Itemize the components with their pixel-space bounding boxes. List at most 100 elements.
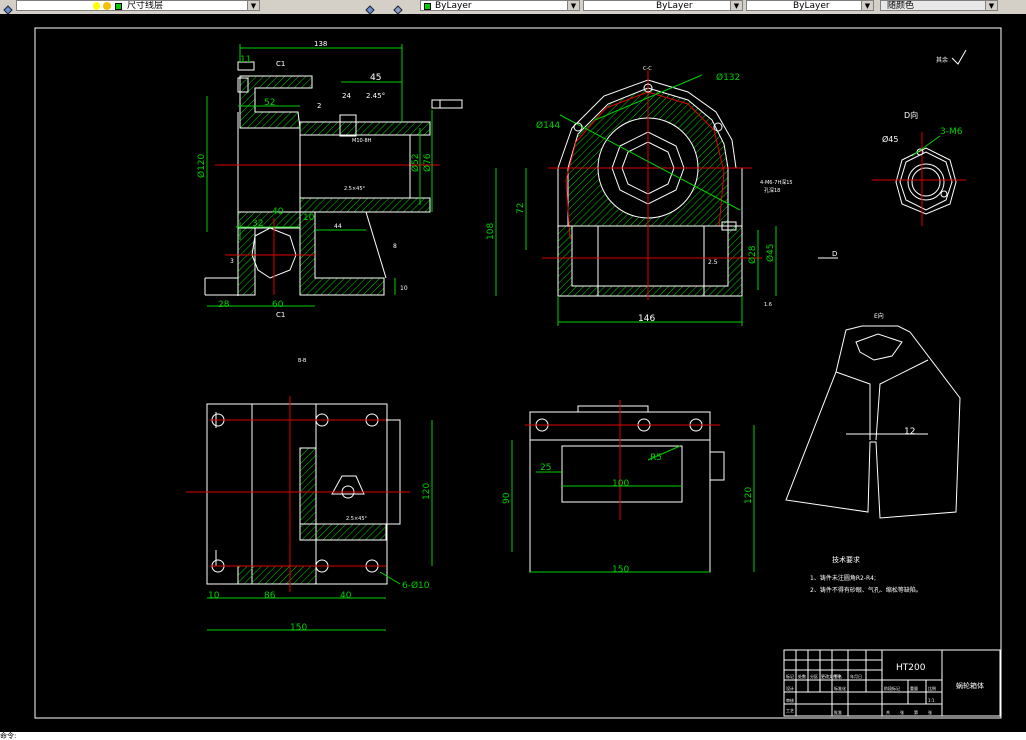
dim-text: Ø45: [882, 134, 898, 144]
dim-text: 108: [486, 223, 496, 240]
dim-text: Ø120: [196, 153, 207, 178]
command-line[interactable]: 命令:: [0, 732, 1026, 740]
dim-text: Ø28: [747, 245, 758, 264]
chevron-down-icon[interactable]: ▼: [730, 1, 742, 10]
dim-text: 2: [317, 102, 321, 110]
linetype-value: ByLayer: [656, 1, 693, 11]
side-view: Ø132 Ø144 4-M6-7H深15 孔深18 108 72 Ø28 Ø45…: [486, 66, 793, 326]
chevron-down-icon[interactable]: ▼: [985, 1, 997, 10]
lineweight-dropdown[interactable]: ByLayer ▼: [746, 0, 874, 11]
dim-text: 11: [240, 55, 251, 65]
dim-text: Ø132: [716, 72, 740, 83]
sun-icon: [103, 2, 111, 10]
dim-text: 6-Ø10: [402, 580, 430, 591]
dim-text: 40: [340, 591, 352, 601]
title-block-label: 签名: [834, 673, 842, 679]
dim-text: 28: [218, 300, 230, 310]
technical-requirements: 技术要求 1、铸件未注圆角R2-R4; 2、铸件不得有砂眼、气孔、缩松等缺陷。: [810, 555, 922, 594]
dim-text: 3: [230, 258, 234, 265]
title-block-label: 分区: [810, 673, 818, 679]
dim-text: 10: [400, 285, 408, 292]
layer-state-icon[interactable]: [2, 0, 14, 15]
layer-previous-icon[interactable]: [392, 0, 404, 15]
dim-text: 2.5: [708, 259, 718, 266]
drawing-border: [34, 27, 1002, 719]
command-prompt: 命令:: [0, 732, 17, 740]
dim-text: 44: [334, 223, 342, 230]
title-block-label: 比例: [928, 685, 936, 691]
dim-text: Ø52: [410, 153, 421, 172]
dim-text: 4-M6-7H深15: [760, 179, 793, 186]
dim-text: 2.5×45°: [346, 516, 368, 522]
dim-text: 2.5×45°: [344, 186, 366, 192]
dim-text: 52: [264, 98, 275, 108]
color-swatch: [424, 3, 431, 10]
properties-toolbar: 尺寸线层 ▼ ByLayer ▼ ByLayer ▼ ByLayer ▼ 随颜色…: [0, 0, 1026, 15]
title-block-material: HT200: [896, 663, 926, 673]
view-arrow-label: D: [832, 250, 837, 258]
dim-text: R5: [650, 453, 662, 463]
title-block-label: 重量: [910, 685, 918, 691]
dim-text: 25: [540, 463, 551, 473]
title-block-label: 年月日: [850, 673, 862, 679]
color-dropdown[interactable]: ByLayer ▼: [420, 0, 580, 11]
title-block-label: 处数: [798, 673, 806, 679]
title-block-scale: 1:1: [928, 698, 935, 703]
dim-text: 1.6: [764, 302, 772, 308]
dim-text: 24: [342, 92, 351, 100]
title-block-label: 工艺: [786, 708, 794, 713]
linetype-dropdown[interactable]: ByLayer ▼: [583, 0, 743, 11]
dim-text: M10-8H: [352, 138, 372, 144]
dim-text: 10: [208, 591, 220, 601]
dim-text: Ø144: [536, 120, 561, 131]
top-view: B-B 120 10 86 40 150 6-Ø10 2.5×45°: [186, 358, 433, 633]
dim-text: 86: [264, 591, 276, 601]
drawing-svg: 138 C1 11 45 52 2 24 2.45° Ø120 M10-8H Ø…: [34, 27, 1002, 719]
dim-text: 120: [422, 483, 432, 500]
title-block-label: 第: [914, 709, 918, 715]
tech-note: 1、铸件未注圆角R2-R4;: [810, 574, 876, 582]
front-section-view: 138 C1 11 45 52 2 24 2.45° Ø120 M10-8H Ø…: [196, 40, 463, 319]
title-block-label: 批准: [834, 709, 842, 715]
lineweight-value: ByLayer: [793, 1, 830, 11]
dim-text: 2.45°: [366, 92, 385, 100]
dim-text: 40: [272, 207, 284, 217]
color-value: ByLayer: [435, 1, 472, 11]
title-block-part-name: 蜗轮箱体: [956, 681, 984, 690]
dim-text: C1: [276, 311, 285, 319]
section-label: C-C: [643, 66, 652, 72]
view-d: D向 Ø45 3-M6 其余 D: [818, 49, 967, 259]
bottom-view: R5 25 100 90 120 150: [502, 400, 755, 575]
drawing-canvas[interactable]: 138 C1 11 45 52 2 24 2.45° Ø120 M10-8H Ø…: [0, 14, 1026, 732]
title-block-label: 张: [900, 709, 904, 715]
dim-text: 90: [502, 492, 512, 504]
view-title: D向: [904, 110, 918, 120]
dim-text: Ø76: [422, 153, 433, 172]
layer-color-swatch: [115, 3, 122, 10]
dim-text: 146: [638, 314, 655, 324]
title-block-label: 标准化: [834, 685, 846, 691]
chevron-down-icon[interactable]: ▼: [247, 1, 259, 10]
dim-text: 10: [303, 213, 315, 223]
view-e: E向 12: [785, 312, 961, 519]
layer-dropdown[interactable]: 尺寸线层 ▼: [16, 0, 260, 11]
chevron-down-icon[interactable]: ▼: [861, 1, 873, 10]
roughness-note: 其余: [936, 56, 948, 64]
dim-text: 孔深18: [764, 187, 780, 194]
title-block-label: 设计: [786, 685, 794, 691]
layer-name-value: 尺寸线层: [127, 1, 164, 11]
view-title: E向: [874, 312, 884, 320]
dim-text: 120: [744, 487, 754, 504]
chevron-down-icon[interactable]: ▼: [567, 1, 579, 10]
dim-text: 100: [612, 479, 629, 489]
dim-text: 138: [314, 40, 327, 48]
dim-text: Ø45: [765, 243, 776, 262]
section-label: B-B: [298, 358, 307, 364]
make-current-layer-icon[interactable]: [364, 0, 376, 15]
tech-title: 技术要求: [832, 555, 860, 564]
tech-note: 2、铸件不得有砂眼、气孔、缩松等缺陷。: [810, 586, 922, 594]
dim-text: 8: [393, 243, 397, 250]
plotstyle-dropdown[interactable]: 随颜色 ▼: [880, 0, 998, 11]
dim-text: C1: [276, 60, 285, 68]
dim-text: 150: [290, 623, 307, 633]
